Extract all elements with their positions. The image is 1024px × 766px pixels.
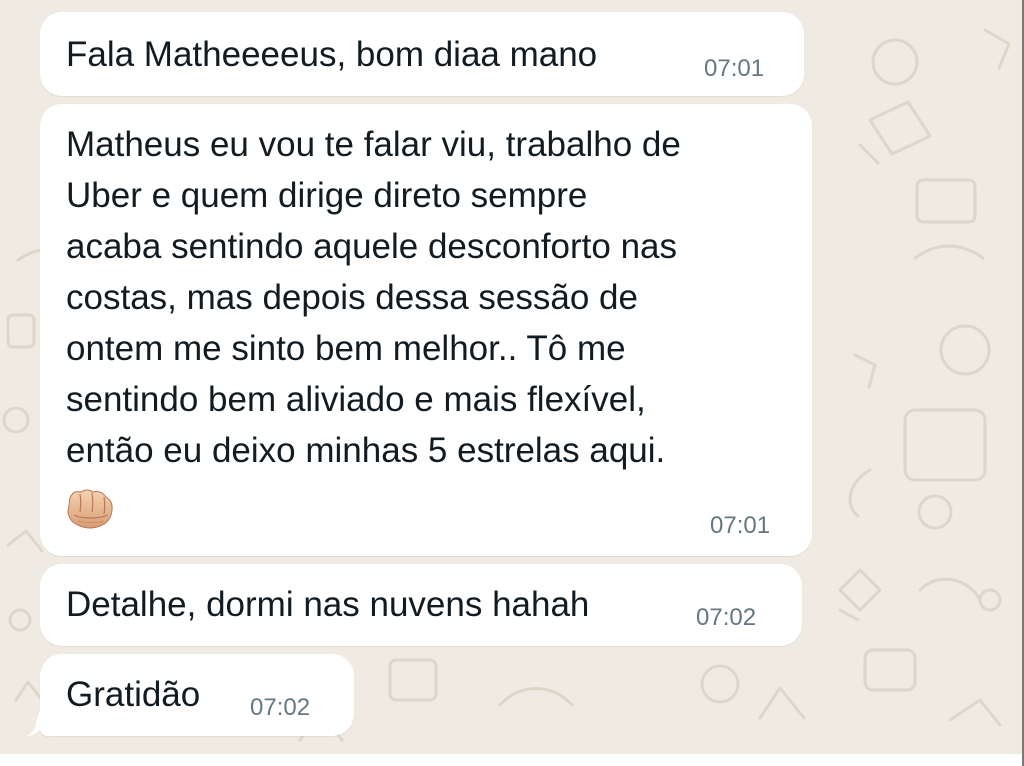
message-text: Detalhe, dormi nas nuvens hahah bbox=[66, 585, 590, 624]
message-timestamp: 07:02 bbox=[696, 604, 757, 631]
message-bubble-2[interactable]: Matheus eu vou te falar viu, trabalho de… bbox=[40, 104, 812, 556]
bottom-strip bbox=[0, 754, 1024, 766]
chat-area[interactable]: Fala Matheeeeus, bom diaa mano 07:01 Mat… bbox=[0, 0, 1024, 766]
message-bubble-1[interactable]: Fala Matheeeeus, bom diaa mano 07:01 bbox=[40, 12, 804, 96]
message-timestamp: 07:02 bbox=[250, 694, 311, 721]
message-text: Gratidão bbox=[66, 675, 201, 714]
message-text: Fala Matheeeeus, bom diaa mano bbox=[66, 35, 598, 74]
message-bubble-3[interactable]: Detalhe, dormi nas nuvens hahah 07:02 bbox=[40, 564, 802, 646]
message-timestamp: 07:01 bbox=[710, 512, 771, 539]
fist-bump-emoji bbox=[64, 486, 118, 532]
message-bubble-4[interactable]: Gratidão 07:02 bbox=[40, 654, 354, 736]
message-timestamp: 07:01 bbox=[704, 55, 765, 82]
message-text: Matheus eu vou te falar viu, trabalho de… bbox=[66, 125, 681, 470]
